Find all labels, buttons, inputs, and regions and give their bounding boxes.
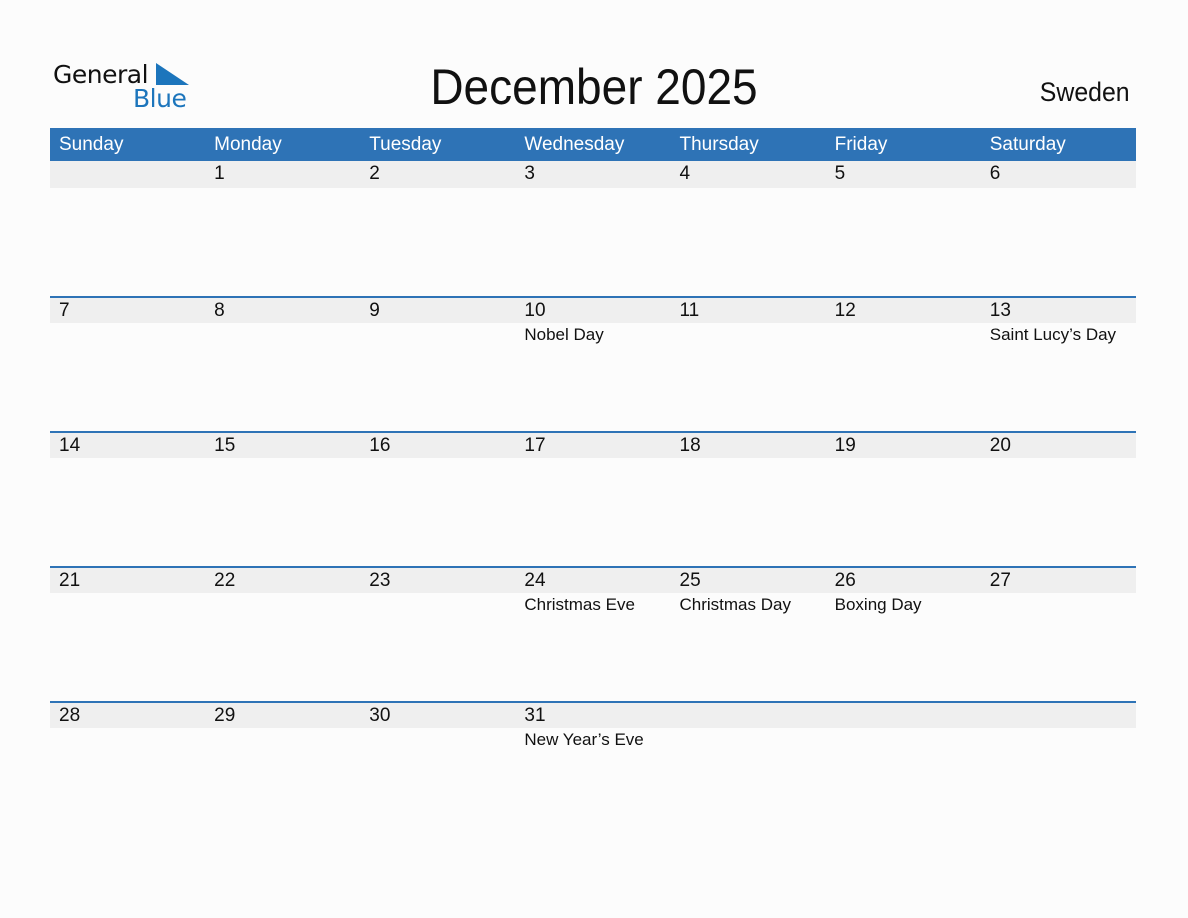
- holiday-label: [360, 728, 515, 752]
- week-row: 14 15 16 17 18 19 20: [50, 431, 1136, 566]
- holiday-label: [826, 323, 981, 347]
- week-row: 28 29 30 31 New Year’s Eve: [50, 701, 1136, 836]
- day-number: 22: [214, 570, 236, 591]
- weekday-thursday: Thursday: [679, 134, 759, 155]
- holiday-label: New Year’s Eve: [524, 730, 644, 749]
- holiday-label: [50, 323, 205, 347]
- day-number: 6: [989, 163, 1001, 184]
- page-title: December 2025: [430, 59, 758, 115]
- weekday-tuesday: Tuesday: [369, 134, 442, 155]
- day-number: 5: [834, 163, 846, 184]
- holiday-label: [205, 323, 360, 347]
- day-number-row: 7 8 9 10 11 12 13: [50, 296, 1136, 323]
- day-number: 11: [679, 300, 700, 321]
- day-number: 21: [59, 570, 81, 591]
- day-number: 27: [989, 570, 1011, 591]
- week-row: 1 2 3 4 5 6: [50, 161, 1136, 296]
- weekday-friday: Friday: [834, 134, 888, 155]
- holiday-label: [826, 728, 981, 752]
- day-number: 2: [369, 163, 380, 184]
- holiday-label: Christmas Day: [679, 595, 791, 614]
- day-number: 20: [989, 435, 1011, 456]
- holiday-label: Christmas Eve: [524, 595, 635, 614]
- day-number: 19: [834, 435, 856, 456]
- day-number: [50, 161, 205, 188]
- holiday-label: [360, 323, 515, 347]
- day-number: 26: [834, 570, 856, 591]
- weekday-wednesday: Wednesday: [524, 134, 625, 155]
- holiday-label: [671, 728, 826, 752]
- day-number: 13: [989, 300, 1011, 321]
- day-number: [981, 703, 1136, 728]
- day-number: 24: [524, 570, 546, 591]
- day-number: 31: [524, 705, 546, 726]
- day-number-row: 14 15 16 17 18 19 20: [50, 431, 1136, 458]
- day-number: 9: [369, 300, 380, 321]
- day-number: 10: [524, 300, 546, 321]
- holiday-label: Boxing Day: [834, 595, 922, 614]
- holiday-label: Nobel Day: [524, 325, 604, 344]
- week-row: 21 22 23 24 25 26 27 Christmas Eve Christmas Day…: [50, 566, 1136, 701]
- day-number: 17: [524, 435, 546, 456]
- day-number: 3: [524, 163, 535, 184]
- day-number: 23: [369, 570, 391, 591]
- day-number: 4: [679, 163, 691, 184]
- day-number-row: 1 2 3 4 5 6: [50, 161, 1136, 188]
- holiday-label: [50, 593, 205, 617]
- holiday-label: [360, 593, 515, 617]
- holiday-row: New Year’s Eve: [50, 728, 1136, 752]
- holiday-label: [981, 593, 1136, 617]
- holiday-label: [981, 728, 1136, 752]
- weekday-header: Sunday Monday Tuesday Wednesday Thursday…: [50, 128, 1136, 161]
- holiday-label: [671, 323, 826, 347]
- day-number-row: 21 22 23 24 25 26 27: [50, 566, 1136, 593]
- day-number: 18: [679, 435, 701, 456]
- week-row: 7 8 9 10 11 12 13 Nobel Day Saint Lucy’s Day: [50, 296, 1136, 431]
- day-number: 28: [59, 705, 81, 726]
- day-number: [671, 703, 826, 728]
- weekday-saturday: Saturday: [989, 134, 1066, 155]
- holiday-label: [205, 728, 360, 752]
- day-number-row: 28 29 30 31: [50, 701, 1136, 728]
- day-number: 12: [834, 300, 856, 321]
- day-number: 16: [369, 435, 391, 456]
- holiday-label: [50, 728, 205, 752]
- day-number: 1: [214, 163, 225, 184]
- holiday-label: Saint Lucy’s Day: [989, 325, 1117, 344]
- day-number: 8: [214, 300, 225, 321]
- day-number: 30: [369, 705, 391, 726]
- day-number: [826, 703, 981, 728]
- day-number: 29: [214, 705, 236, 726]
- holiday-row: Christmas Eve Christmas Day Boxing Day: [50, 593, 1136, 617]
- day-number: 15: [214, 435, 236, 456]
- day-number: 25: [679, 570, 701, 591]
- calendar-grid: Sunday Monday Tuesday Wednesday Thursday…: [50, 128, 1136, 836]
- day-number: 7: [59, 300, 70, 321]
- country-label: Sweden: [1040, 77, 1130, 107]
- holiday-row: Nobel Day Saint Lucy’s Day: [50, 323, 1136, 347]
- day-number: 14: [59, 435, 81, 456]
- weekday-monday: Monday: [214, 134, 282, 155]
- holiday-label: [205, 593, 360, 617]
- weekday-sunday: Sunday: [59, 134, 124, 155]
